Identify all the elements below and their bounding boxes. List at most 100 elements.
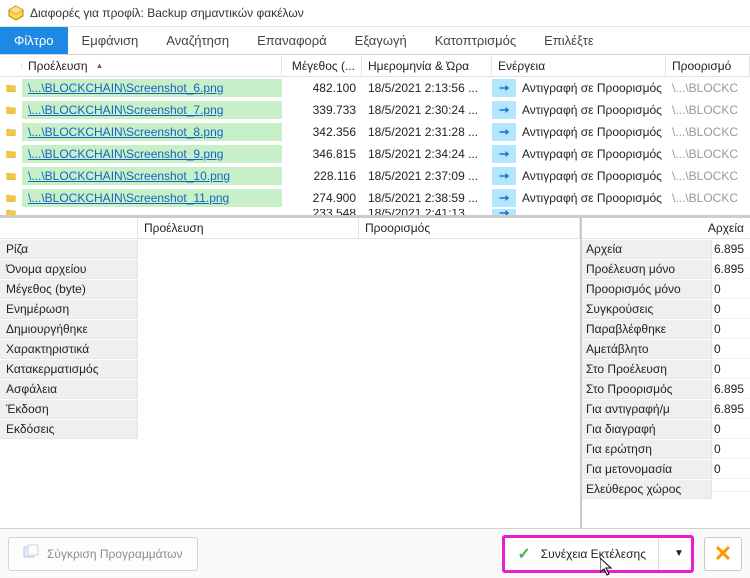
menu-κατοπτρισμός[interactable]: Κατοπτρισμός	[421, 27, 530, 54]
cell-origin[interactable]: \...\BLOCKCHAIN\Screenshot_10.png	[22, 167, 282, 185]
details-row: Εκδόσεις	[0, 419, 580, 439]
details-row: Χαρακτηριστικά	[0, 339, 580, 359]
details-row: Ρίζα	[0, 239, 580, 259]
cell-action: Αντιγραφή σε Προορισμός	[516, 79, 666, 97]
continue-main[interactable]: ✓ Συνέχεια Εκτέλεσης	[505, 538, 659, 570]
details-label: Κατακερματισμός	[0, 360, 138, 379]
cell-date: 18/5/2021 2:31:28 ...	[362, 123, 492, 141]
table-body[interactable]: \...\BLOCKCHAIN\Screenshot_6.png482.1001…	[0, 77, 750, 215]
stats-label: Ελεύθερος χώρος	[582, 480, 712, 499]
arrow-right-icon[interactable]	[492, 209, 516, 215]
stats-value: 0	[712, 300, 750, 319]
stats-row: Για μετονομασία0	[582, 459, 750, 479]
continue-dropdown[interactable]: ▼	[667, 538, 691, 570]
folder-icon	[0, 124, 22, 140]
cell-size: 274.900	[282, 189, 362, 207]
col-size[interactable]: Μέγεθος (...	[282, 56, 362, 76]
stats-label: Για μετονομασία	[582, 460, 712, 479]
details-head-dest[interactable]: Προορισμός	[359, 218, 580, 238]
menu-εμφάνιση[interactable]: Εμφάνιση	[68, 27, 153, 54]
table-row[interactable]: \...\BLOCKCHAIN\Screenshot_11.png 274.900…	[0, 187, 750, 209]
cell-date: 18/5/2021 2:30:24 ...	[362, 101, 492, 119]
file-link[interactable]: \...\BLOCKCHAIN\Screenshot_9.png	[28, 147, 223, 161]
cell-action: Αντιγραφή σε Προορισμός	[516, 123, 666, 141]
table-row[interactable]: \...\BLOCKCHAIN\Screenshot_10.png228.116…	[0, 165, 750, 187]
menu-επιλέξτε[interactable]: Επιλέξτε	[530, 27, 608, 54]
col-icon[interactable]	[0, 63, 22, 69]
stats-value: 0	[712, 360, 750, 379]
table-row[interactable]: 233.54818/5/2021 2:41:13 ...	[0, 209, 750, 215]
table-row[interactable]: \...\BLOCKCHAIN\Screenshot_9.png346.8151…	[0, 143, 750, 165]
table-row[interactable]: \...\BLOCKCHAIN\Screenshot_8.png342.3561…	[0, 121, 750, 143]
details-label: Όνομα αρχείου	[0, 260, 138, 279]
cell-dest: \...\BLOCKC	[666, 145, 750, 163]
col-date[interactable]: Ημερομηνία & Ώρα	[362, 56, 492, 76]
cell-origin[interactable]: \...\BLOCKCHAIN\Screenshot_7.png	[22, 101, 282, 119]
file-link[interactable]: \...\BLOCKCHAIN\Screenshot_11.png	[28, 191, 229, 205]
stats-label: Προορισμός μόνο	[582, 280, 712, 299]
stats-row: Προέλευση μόνο6.895	[582, 259, 750, 279]
stats-label: Στο Προέλευση	[582, 360, 712, 379]
cell-dest: \...\BLOCKC	[666, 101, 750, 119]
file-link[interactable]: \...\BLOCKCHAIN\Screenshot_6.png	[28, 81, 223, 95]
details-head-origin[interactable]: Προέλευση	[138, 218, 359, 238]
stats-value: 6.895	[712, 380, 750, 399]
table-header: Προέλευση ▲ Μέγεθος (... Ημερομηνία & Ώρ…	[0, 55, 750, 77]
table-row[interactable]: \...\BLOCKCHAIN\Screenshot_6.png482.1001…	[0, 77, 750, 99]
title-bar: Διαφορές για προφίλ: Backup σημαντικών φ…	[0, 0, 750, 27]
details-row: Ασφάλεια	[0, 379, 580, 399]
continue-run-button[interactable]: ✓ Συνέχεια Εκτέλεσης ▼	[502, 535, 694, 573]
cell-action: Αντιγραφή σε Προορισμός	[516, 101, 666, 119]
file-link[interactable]: \...\BLOCKCHAIN\Screenshot_8.png	[28, 125, 223, 139]
stats-row: Συγκρούσεις0	[582, 299, 750, 319]
details-row: Δημιουργήθηκε	[0, 319, 580, 339]
arrow-right-icon[interactable]	[492, 101, 516, 119]
bottom-toolbar: Σύγκριση Προγραμμάτων ✓ Συνέχεια Εκτέλεσ…	[0, 528, 750, 578]
folder-icon	[0, 209, 22, 215]
cell-origin[interactable]: \...\BLOCKCHAIN\Screenshot_9.png	[22, 145, 282, 163]
details-label: Ρίζα	[0, 240, 138, 259]
table-row[interactable]: \...\BLOCKCHAIN\Screenshot_7.png339.7331…	[0, 99, 750, 121]
cell-origin[interactable]: \...\BLOCKCHAIN\Screenshot_8.png	[22, 123, 282, 141]
col-action[interactable]: Ενέργεια	[492, 56, 666, 76]
arrow-right-icon[interactable]	[492, 79, 516, 97]
arrow-right-icon[interactable]	[492, 167, 516, 185]
stats-value	[712, 487, 750, 492]
menu-φίλτρο[interactable]: Φίλτρο	[0, 27, 68, 54]
file-link[interactable]: \...\BLOCKCHAIN\Screenshot_10.png	[28, 169, 230, 183]
stats-label: Αμετάβλητο	[582, 340, 712, 359]
folder-icon	[0, 190, 22, 206]
cell-dest: \...\BLOCKC	[666, 123, 750, 141]
menu-bar: ΦίλτροΕμφάνισηΑναζήτησηΕπαναφοράΕξαγωγήΚ…	[0, 27, 750, 55]
cell-dest: \...\BLOCKC	[666, 167, 750, 185]
cell-date: 18/5/2021 2:41:13 ...	[362, 209, 492, 215]
stats-value: 0	[712, 460, 750, 479]
arrow-right-icon[interactable]	[492, 123, 516, 141]
details-row: Κατακερματισμός	[0, 359, 580, 379]
menu-αναζήτηση[interactable]: Αναζήτηση	[152, 27, 243, 54]
cell-origin[interactable]: \...\BLOCKCHAIN\Screenshot_11.png	[22, 189, 282, 207]
cell-origin[interactable]: \...\BLOCKCHAIN\Screenshot_6.png	[22, 79, 282, 97]
col-dest[interactable]: Προορισμό	[666, 56, 750, 76]
menu-επαναφορά[interactable]: Επαναφορά	[243, 27, 341, 54]
cell-date: 18/5/2021 2:38:59 ...	[362, 189, 492, 207]
stats-row: Αρχεία6.895	[582, 239, 750, 259]
col-origin-label: Προέλευση	[28, 59, 88, 73]
stats-label: Προέλευση μόνο	[582, 260, 712, 279]
cell-origin[interactable]	[22, 211, 282, 215]
details-panel: Προέλευση Προορισμός ΡίζαΌνομα αρχείουΜέ…	[0, 218, 580, 528]
stats-head-label[interactable]: Αρχεία	[582, 218, 750, 238]
cell-date: 18/5/2021 2:37:09 ...	[362, 167, 492, 185]
details-label: Ασφάλεια	[0, 380, 138, 399]
arrow-right-icon[interactable]	[492, 189, 516, 207]
arrow-right-icon[interactable]	[492, 145, 516, 163]
close-icon: ✕	[714, 541, 732, 567]
cell-action: Αντιγραφή σε Προορισμός	[516, 189, 666, 207]
file-link[interactable]: \...\BLOCKCHAIN\Screenshot_7.png	[28, 103, 223, 117]
menu-εξαγωγή[interactable]: Εξαγωγή	[341, 27, 421, 54]
cancel-button[interactable]: ✕	[704, 537, 742, 571]
col-origin[interactable]: Προέλευση ▲	[22, 56, 282, 76]
compare-schedules-button[interactable]: Σύγκριση Προγραμμάτων	[8, 537, 198, 571]
stats-value: 6.895	[712, 240, 750, 259]
cell-action: Αντιγραφή σε Προορισμός	[516, 145, 666, 163]
